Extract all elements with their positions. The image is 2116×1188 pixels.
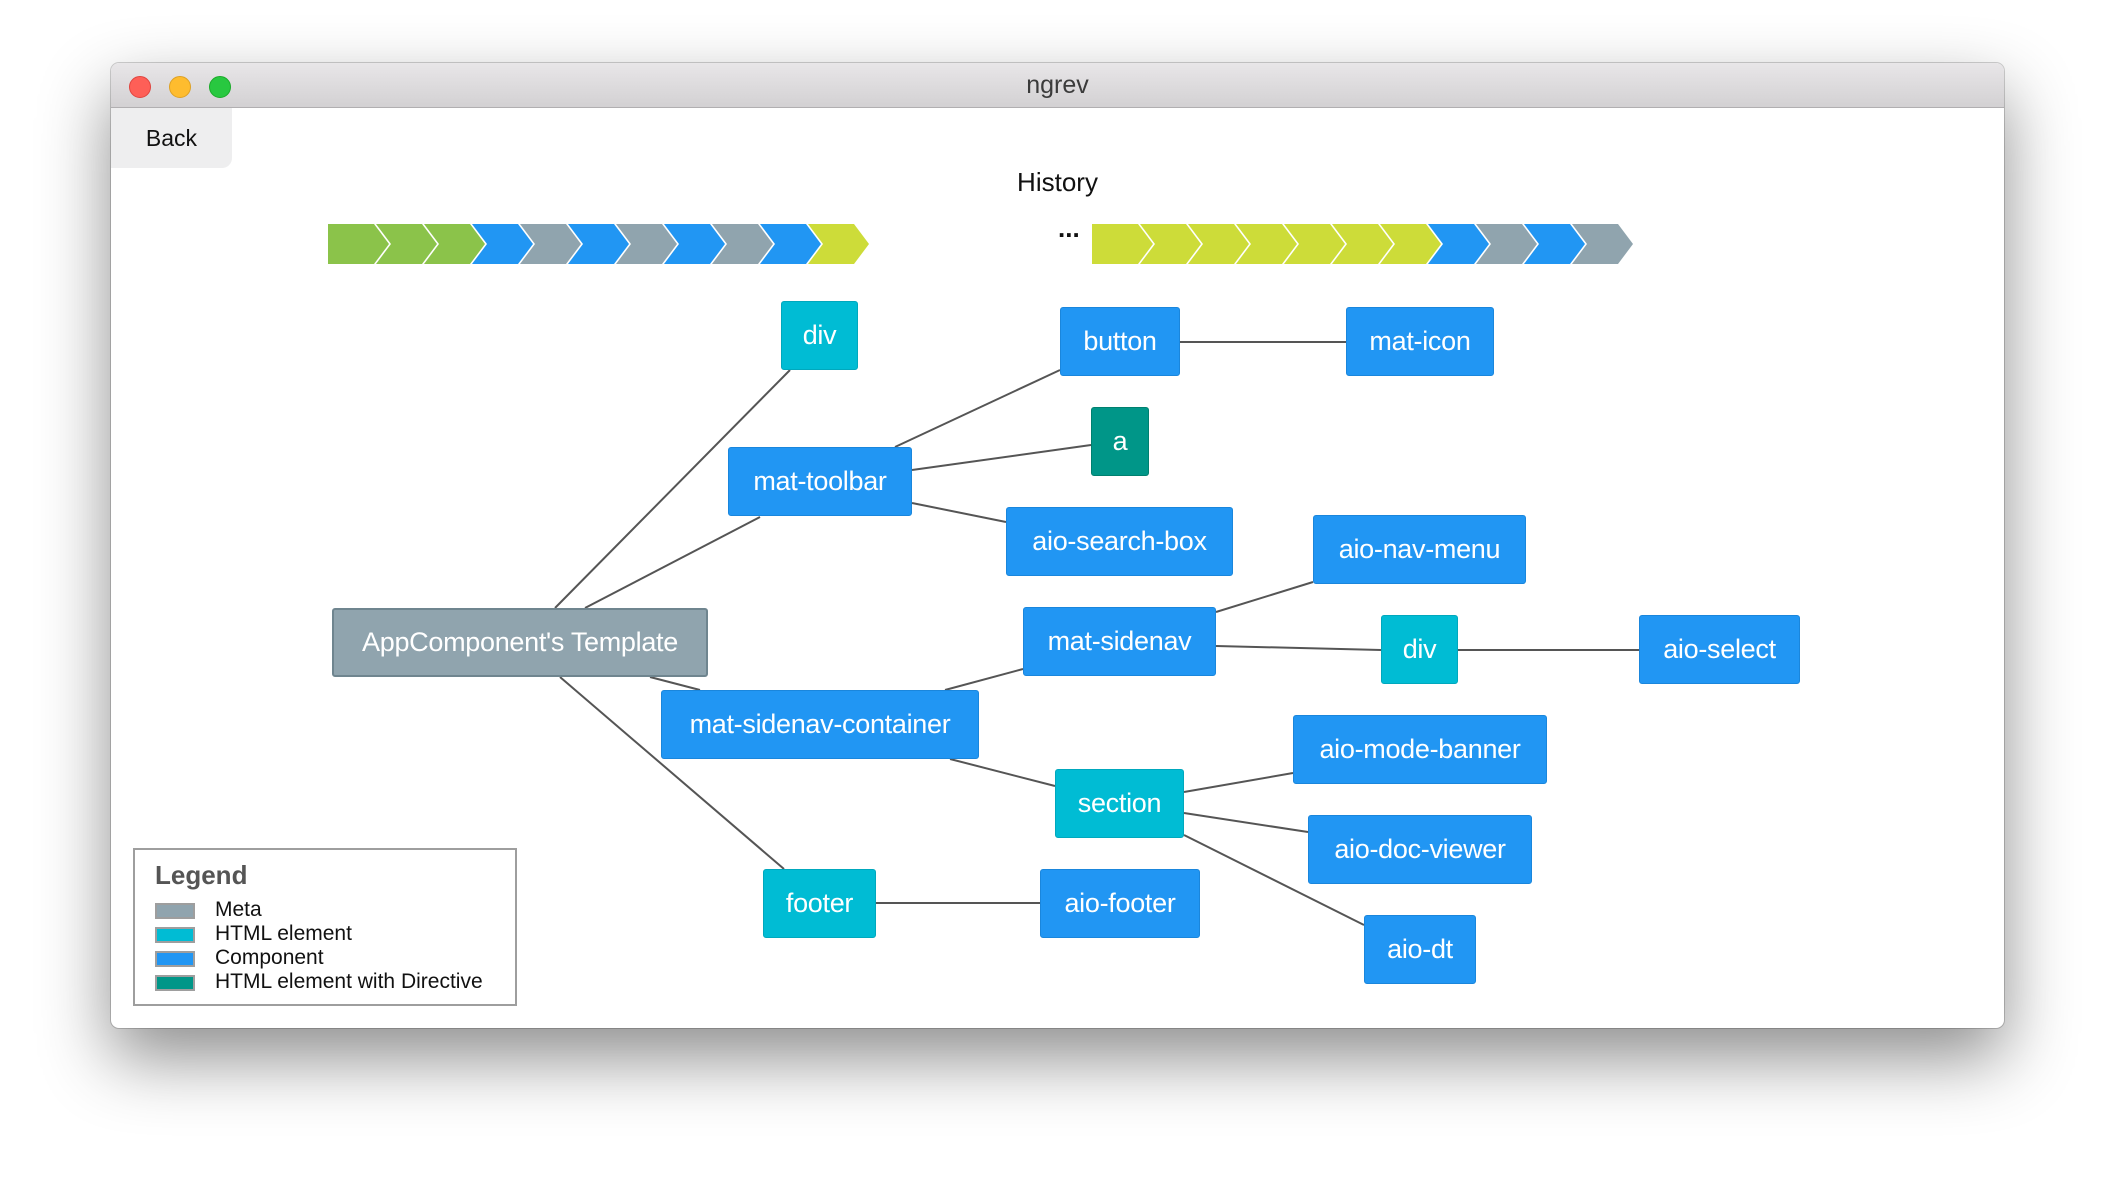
node-a[interactable]: a: [1091, 407, 1149, 476]
legend-swatch: [155, 903, 195, 919]
legend-label: Meta: [215, 898, 262, 921]
legend-swatch: [155, 975, 195, 991]
node-div[interactable]: div: [781, 301, 858, 370]
legend-label: HTML element with Directive: [215, 970, 483, 993]
node-aio-select[interactable]: aio-select: [1639, 615, 1800, 684]
edge-container-section: [949, 758, 1056, 787]
edge-mat-toolbar-button: [894, 369, 1061, 448]
edge-container-mat-sidenav: [944, 668, 1024, 691]
node-mat-icon[interactable]: mat-icon: [1346, 307, 1494, 376]
edge-section-aio-doc-viewer: [1183, 812, 1309, 833]
edge-mat-toolbar-aio-search-box: [911, 502, 1007, 523]
edge-mat-toolbar-a: [911, 444, 1092, 471]
node-button[interactable]: button: [1060, 307, 1180, 376]
node-mat-sidenav[interactable]: mat-sidenav: [1023, 607, 1216, 676]
node-aio-doc-viewer[interactable]: aio-doc-viewer: [1308, 815, 1532, 884]
legend-swatch: [155, 927, 195, 943]
legend-title: Legend: [155, 860, 248, 890]
legend: Legend Meta HTML element Component HTML …: [133, 848, 517, 1006]
node-div-sidenav[interactable]: div: [1381, 615, 1458, 684]
edge-mat-sidenav-div: [1215, 645, 1382, 651]
node-footer[interactable]: footer: [763, 869, 876, 938]
node-section[interactable]: section: [1055, 769, 1184, 838]
node-aio-mode-banner[interactable]: aio-mode-banner: [1293, 715, 1547, 784]
edge-section-aio-mode-banner: [1183, 772, 1294, 793]
edge-root-mat-toolbar: [584, 516, 761, 609]
legend-swatch: [155, 951, 195, 967]
node-aio-nav-menu[interactable]: aio-nav-menu: [1313, 515, 1526, 584]
legend-label: Component: [215, 946, 324, 969]
edge-mat-sidenav-aio-nav-menu: [1215, 581, 1314, 613]
app-window: ngrev Back History ... AppComponent's Te…: [111, 63, 2004, 1028]
edge-root-mat-sidenav-container: [649, 676, 701, 691]
node-mat-sidenav-container[interactable]: mat-sidenav-container: [661, 690, 979, 759]
node-mat-toolbar[interactable]: mat-toolbar: [728, 447, 912, 516]
node-aio-search-box[interactable]: aio-search-box: [1006, 507, 1233, 576]
node-aio-footer[interactable]: aio-footer: [1040, 869, 1200, 938]
legend-label: HTML element: [215, 922, 352, 945]
node-aio-dt[interactable]: aio-dt: [1364, 915, 1476, 984]
node-root-template[interactable]: AppComponent's Template: [332, 608, 708, 677]
